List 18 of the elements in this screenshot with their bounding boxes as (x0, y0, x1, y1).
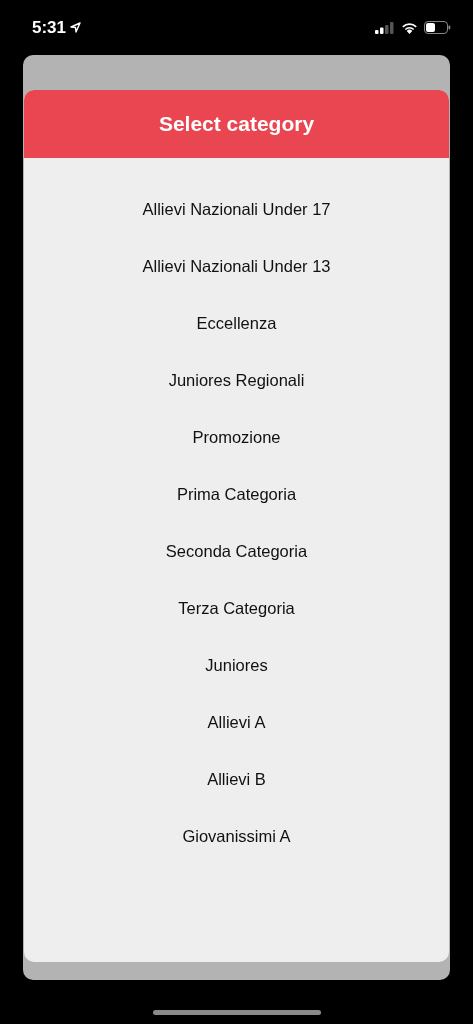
category-option[interactable]: Prima Categoria (168, 466, 305, 523)
category-option[interactable]: Seconda Categoria (157, 523, 316, 580)
location-arrow-icon (70, 22, 82, 33)
category-option[interactable]: Juniores (197, 637, 276, 694)
category-option[interactable]: Juniores Regionali (160, 352, 313, 409)
category-option[interactable]: Allievi Nazionali Under 17 (134, 181, 339, 238)
status-time: 5:31 (32, 17, 67, 38)
dialog-title: Select category (158, 112, 315, 136)
category-option[interactable]: Terza Categoria (170, 580, 303, 637)
category-option[interactable]: Eccellenza (188, 295, 285, 352)
category-option[interactable]: Allievi A (199, 694, 274, 751)
category-option[interactable]: Promozione (184, 409, 289, 466)
category-option[interactable]: Allievi B (199, 751, 274, 808)
category-option[interactable]: Giovanissimi A (174, 808, 299, 865)
battery-icon (424, 21, 451, 34)
signal-icon (375, 21, 395, 34)
category-option[interactable]: Allievi Nazionali Under 13 (134, 238, 339, 295)
wifi-icon (401, 21, 418, 34)
